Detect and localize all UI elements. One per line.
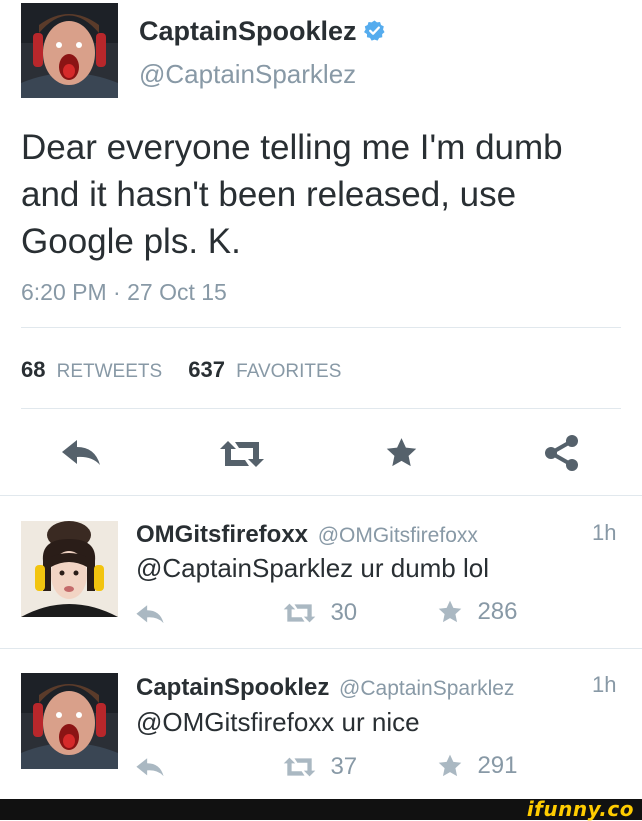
retweet-count: 37 (330, 753, 358, 780)
divider (21, 408, 621, 409)
reply-favorite-action[interactable]: 286 (437, 597, 518, 627)
divider (0, 648, 642, 649)
reply-icon[interactable] (135, 603, 165, 626)
watermark-logo: ifunny.co (526, 797, 634, 821)
main-tweet-handle[interactable]: @CaptainSparklez (139, 59, 356, 89)
divider (0, 495, 642, 496)
share-icon[interactable] (543, 434, 581, 472)
favorite-icon[interactable] (384, 436, 419, 470)
watermark-bar: ifunny.co (0, 797, 642, 821)
reply-handle[interactable]: @CaptainSparklez (339, 677, 514, 700)
favorite-count: 291 (477, 752, 518, 779)
reply-retweet-action[interactable]: 30 (283, 598, 357, 628)
reply-retweet-action[interactable]: 37 (283, 752, 357, 782)
avatar-image (21, 673, 118, 769)
reply-avatar[interactable] (21, 521, 118, 617)
avatar-image (21, 3, 118, 98)
reply-display-name[interactable]: CaptainSpooklez (136, 674, 329, 701)
reply-time[interactable]: 1h (592, 670, 616, 700)
reply-avatar[interactable] (21, 673, 118, 769)
reply-text: @CaptainSparklez ur dumb lol (136, 553, 490, 583)
tweet-text-line-3: Google pls. K. (21, 222, 241, 261)
reply-header: CaptainSpooklez @CaptainSparklez (136, 672, 514, 705)
retweet-icon[interactable] (219, 439, 265, 469)
favorites-count: 637 (188, 357, 226, 382)
retweets-label: RETWEETS (56, 361, 163, 382)
display-name-text: CaptainSpooklez (139, 16, 357, 46)
retweets-count: 68 (21, 357, 46, 382)
tweet-text-line-2: and it hasn't been released, use (21, 175, 517, 214)
retweet-icon (283, 603, 316, 623)
engagement-stats: 68 RETWEETS 637 FAVORITES (21, 356, 341, 386)
main-tweet-display-name[interactable]: CaptainSpooklez (139, 14, 386, 50)
favorites-label: FAVORITES (236, 361, 342, 382)
tweet-text-line-1: Dear everyone telling me I'm dumb (21, 128, 563, 167)
divider (21, 327, 621, 328)
reply-time[interactable]: 1h (592, 518, 616, 548)
reply-icon[interactable] (60, 437, 102, 469)
main-tweet-timestamp[interactable]: 6:20 PM · 27 Oct 15 (21, 278, 227, 306)
retweet-count: 30 (330, 599, 358, 626)
reply-handle[interactable]: @OMGitsfirefoxx (318, 524, 478, 547)
reply-text: @OMGitsfirefoxx ur nice (136, 707, 420, 737)
avatar-image (21, 521, 118, 617)
favorite-icon (438, 600, 462, 623)
favorite-count: 286 (477, 598, 518, 625)
verified-badge-icon (363, 16, 386, 50)
retweets-stat[interactable]: 68 RETWEETS (21, 357, 168, 382)
reply-header: OMGitsfirefoxx @OMGitsfirefoxx (136, 519, 478, 552)
reply-display-name[interactable]: OMGitsfirefoxx (136, 521, 308, 548)
reply-icon[interactable] (135, 756, 165, 779)
main-tweet-text: Dear everyone telling me I'm dumb and it… (21, 124, 563, 265)
retweet-icon (283, 757, 316, 777)
favorite-icon (438, 754, 462, 777)
main-tweet-avatar[interactable] (21, 3, 118, 98)
reply-favorite-action[interactable]: 291 (437, 751, 518, 781)
favorites-stat[interactable]: 637 FAVORITES (188, 357, 341, 382)
